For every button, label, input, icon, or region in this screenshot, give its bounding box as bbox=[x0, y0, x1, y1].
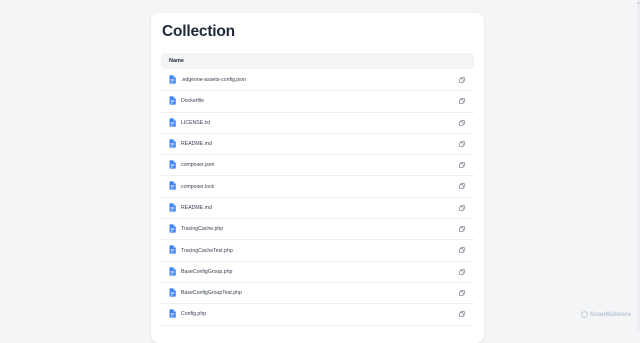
copy-icon[interactable] bbox=[459, 141, 465, 147]
file-icon bbox=[169, 203, 176, 212]
file-icon bbox=[169, 118, 176, 127]
table-header: Name bbox=[161, 53, 474, 69]
file-icon bbox=[169, 288, 176, 297]
file-list: .edgeone-assets-config.json Dockerfile LIC… bbox=[161, 70, 474, 326]
file-name[interactable]: Dockerfile bbox=[181, 98, 204, 104]
file-name[interactable]: BaseConfigGroup.php bbox=[181, 269, 232, 275]
copy-icon[interactable] bbox=[459, 77, 465, 83]
copy-icon[interactable] bbox=[459, 311, 465, 318]
copy-icon[interactable] bbox=[459, 268, 465, 275]
table-row[interactable]: Config.php bbox=[161, 304, 474, 326]
table-row[interactable]: .edgeone-assets-config.json bbox=[161, 70, 474, 92]
table-row[interactable]: TracingCache.php bbox=[161, 219, 474, 241]
file-icon bbox=[169, 245, 176, 254]
table-row[interactable]: BaseConfigGroup.php bbox=[161, 262, 474, 283]
copy-icon[interactable] bbox=[459, 226, 465, 232]
watermark-text: ScanMalware bbox=[589, 311, 631, 318]
file-name[interactable]: .edgeone-assets-config.json bbox=[181, 77, 246, 83]
collection-card: Collection Name .edgeone-assets-config.j… bbox=[151, 13, 484, 343]
file-name[interactable]: composer.lock bbox=[181, 184, 214, 190]
file-name[interactable]: TracingCacheTest.php bbox=[181, 248, 233, 254]
table-row[interactable]: README.md bbox=[161, 134, 474, 156]
file-icon bbox=[169, 309, 176, 318]
file-name[interactable]: LICENSE.txt bbox=[181, 120, 210, 126]
copy-icon[interactable] bbox=[459, 247, 465, 254]
copy-icon[interactable] bbox=[459, 98, 465, 105]
table-row[interactable]: Dockerfile bbox=[161, 91, 474, 113]
column-header-name: Name bbox=[169, 58, 184, 64]
file-icon bbox=[169, 267, 176, 276]
scanmalware-logo-icon bbox=[581, 311, 588, 318]
table-row[interactable]: LICENSE.txt bbox=[161, 113, 474, 134]
copy-icon[interactable] bbox=[459, 290, 465, 296]
table-row[interactable]: composer.json bbox=[161, 155, 474, 177]
copy-icon[interactable] bbox=[459, 183, 465, 190]
file-icon bbox=[169, 224, 176, 233]
file-name[interactable]: README.md bbox=[181, 205, 212, 211]
file-icon bbox=[169, 181, 176, 191]
file-name[interactable]: composer.json bbox=[181, 162, 214, 168]
file-icon bbox=[169, 139, 176, 148]
file-name[interactable]: Config.php bbox=[181, 311, 206, 317]
page-title: Collection bbox=[162, 23, 235, 40]
file-icon bbox=[169, 96, 176, 105]
copy-icon[interactable] bbox=[459, 119, 465, 126]
file-icon bbox=[169, 75, 176, 84]
table-row[interactable]: TracingCacheTest.php bbox=[161, 240, 474, 262]
copy-icon[interactable] bbox=[459, 204, 465, 211]
file-name[interactable]: TracingCache.php bbox=[181, 226, 223, 232]
file-name[interactable]: README.md bbox=[181, 141, 212, 147]
watermark: ScanMalware bbox=[581, 311, 631, 318]
table-row[interactable]: composer.lock bbox=[161, 176, 474, 198]
table-row[interactable]: README.md bbox=[161, 198, 474, 220]
table-row[interactable]: BaseConfigGroupTest.php bbox=[161, 283, 474, 305]
copy-icon[interactable] bbox=[459, 162, 465, 169]
file-name[interactable]: BaseConfigGroupTest.php bbox=[181, 290, 242, 296]
file-icon bbox=[169, 160, 176, 169]
